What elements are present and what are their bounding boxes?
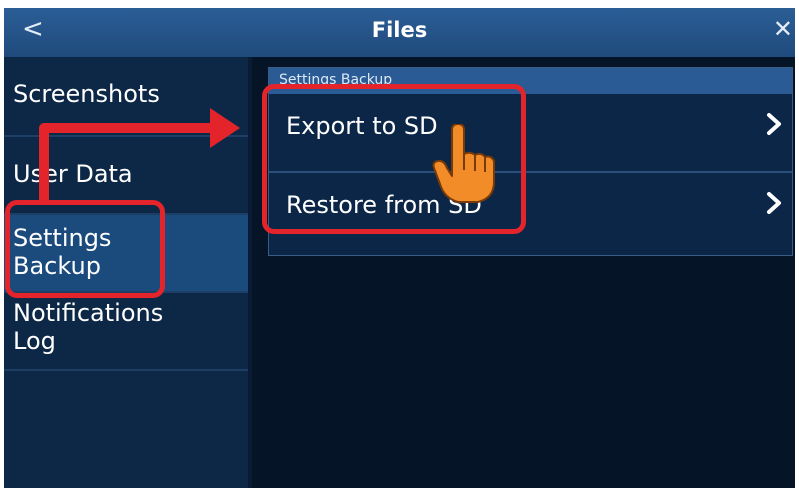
page-title: Files (371, 18, 428, 42)
chevron-right-icon (767, 113, 781, 135)
title-bar: < Files ✕ (4, 8, 795, 57)
sidebar-item-notifications-log[interactable]: Notifications Log (4, 293, 248, 371)
export-to-sd-label: Export to SD (286, 112, 438, 140)
sidebar: Screenshots User Data Settings Backup No… (4, 57, 248, 488)
sidebar-item-label: Screenshots (13, 80, 160, 108)
close-button[interactable]: ✕ (773, 15, 793, 43)
panel-header: Settings Backup (269, 68, 792, 94)
sidebar-item-label: Settings Backup (13, 224, 112, 280)
hand-pointer-icon (432, 124, 495, 203)
chevron-right-icon (767, 192, 781, 214)
sidebar-item-settings-backup[interactable]: Settings Backup (4, 215, 248, 293)
main-content: Settings Backup Export to SD Restore fro… (252, 57, 795, 488)
files-window: < Files ✕ Screenshots User Data Settings… (4, 8, 795, 488)
sidebar-item-label: User Data (13, 160, 133, 188)
sidebar-item-screenshots[interactable]: Screenshots (4, 57, 248, 137)
export-to-sd-row[interactable]: Export to SD (269, 94, 792, 171)
sidebar-item-label: Notifications Log (13, 299, 164, 355)
restore-from-sd-row[interactable]: Restore from SD (269, 173, 792, 253)
panel-header-label: Settings Backup (279, 72, 393, 88)
sidebar-item-user-data[interactable]: User Data (4, 137, 248, 215)
settings-backup-panel: Settings Backup Export to SD Restore fro… (268, 67, 793, 256)
